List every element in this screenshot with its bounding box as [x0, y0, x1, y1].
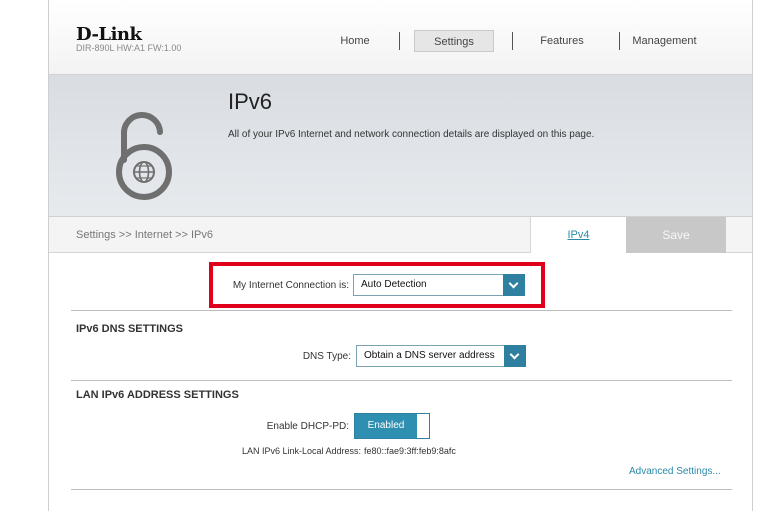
advanced-settings-link[interactable]: Advanced Settings... — [629, 466, 721, 477]
breadcrumb: Settings >> Internet >> IPv6 — [76, 229, 213, 241]
divider — [71, 310, 732, 311]
page-description: All of your IPv6 Internet and network co… — [228, 129, 595, 140]
nav-home[interactable]: Home — [330, 30, 380, 52]
top-header: D-Link DIR-890L HW:A1 FW:1.00 Home Setti… — [49, 0, 752, 75]
chevron-down-icon — [503, 274, 525, 296]
connection-type-select[interactable]: Auto Detection — [353, 274, 525, 296]
save-button[interactable]: Save — [626, 217, 726, 253]
divider — [71, 489, 732, 490]
dhcp-pd-toggle-state: Enabled — [355, 414, 417, 438]
router-admin-page: D-Link DIR-890L HW:A1 FW:1.00 Home Setti… — [48, 0, 753, 511]
page-title: IPv6 — [228, 89, 273, 114]
nav-separator — [619, 32, 620, 50]
connection-label: My Internet Connection is: — [232, 280, 349, 291]
nav-separator — [399, 32, 400, 50]
nav-management[interactable]: Management — [622, 30, 707, 52]
dlink-logo: D-Link — [76, 24, 142, 45]
chevron-down-icon — [504, 345, 526, 367]
connection-type-value: Auto Detection — [361, 279, 427, 290]
globe-lock-icon — [116, 111, 172, 200]
ipv4-link[interactable]: IPv4 — [530, 217, 626, 253]
divider — [71, 380, 732, 381]
lan-section-title: LAN IPv6 ADDRESS SETTINGS — [76, 389, 239, 401]
device-info: DIR-890L HW:A1 FW:1.00 — [76, 43, 182, 53]
nav-features[interactable]: Features — [532, 30, 592, 52]
dhcp-pd-toggle[interactable]: Enabled — [354, 413, 430, 439]
dns-type-label: DNS Type: — [302, 351, 351, 362]
link-local-label: LAN IPv6 Link-Local Address: — [241, 446, 361, 456]
dns-section-title: IPv6 DNS SETTINGS — [76, 323, 183, 335]
page-banner: IPv6 All of your IPv6 Internet and netwo… — [49, 75, 752, 217]
nav-separator — [512, 32, 513, 50]
breadcrumb-bar: Settings >> Internet >> IPv6 IPv4 Save — [49, 217, 752, 253]
link-local-value: fe80::fae9:3ff:feb9:8afc — [364, 446, 456, 456]
dhcp-pd-label: Enable DHCP-PD: — [266, 421, 349, 432]
nav-settings[interactable]: Settings — [414, 30, 494, 52]
dns-type-select[interactable]: Obtain a DNS server address — [356, 345, 526, 367]
dns-type-value: Obtain a DNS server address — [364, 350, 495, 361]
